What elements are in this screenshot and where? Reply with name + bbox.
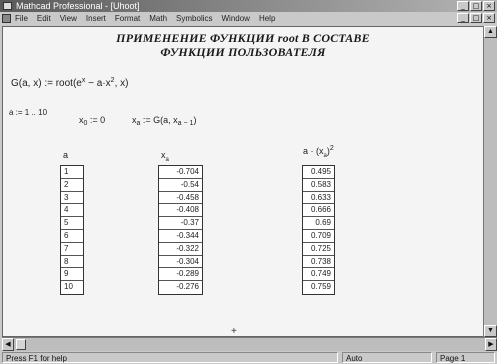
menu-symbolics[interactable]: Symbolics [176,12,212,25]
table-cell: 1 [61,166,83,179]
table-cell: 10 [64,282,73,292]
table-x[interactable]: -0.704 -0.54 -0.458 -0.408 -0.37 -0.344 … [158,165,203,295]
scroll-right-arrow-icon[interactable]: ▶ [485,338,497,351]
table-cell: 0.738 [303,256,334,269]
menu-window[interactable]: Window [222,12,250,25]
close-button[interactable]: × [483,1,495,11]
doc-close-button[interactable]: × [483,13,495,23]
table-cell: -0.458 [159,192,202,205]
doc-restore-button[interactable]: □ [470,13,482,23]
table-cell: 7 [61,243,83,256]
iteration-definition[interactable]: xa := G(a, xa − 1) [132,115,196,127]
crosshair-cursor-icon: + [231,326,237,337]
table-cell: 0.759 [310,282,331,292]
minimize-button[interactable]: _ [457,1,469,11]
table-cell: 0.709 [303,230,334,243]
table-cell: 2 [61,179,83,192]
table-cell: 0.495 [303,166,334,179]
table-cell: -0.276 [176,282,199,292]
scroll-down-arrow-icon[interactable]: ▼ [484,325,497,337]
table-cell: 0.749 [303,268,334,282]
column-header-f: a · (xa)2 [303,145,334,159]
document-icon[interactable] [2,14,11,23]
menu-math[interactable]: Math [149,12,167,25]
app-icon[interactable] [3,2,12,10]
table-cell: 5 [61,217,83,230]
horizontal-scroll-thumb[interactable] [16,339,26,350]
table-cell: 0.666 [303,204,334,218]
vertical-scrollbar[interactable]: ▲ ▼ [483,26,497,337]
menu-edit[interactable]: Edit [37,12,51,25]
table-cell: -0.304 [159,256,202,269]
initial-value-definition[interactable]: x0 := 0 [79,115,105,127]
table-cell: 0.69 [303,217,334,230]
menu-bar: File Edit View Insert Format Math Symbol… [0,12,497,25]
menu-insert[interactable]: Insert [86,12,106,25]
table-cell: 0.583 [303,179,334,192]
title-bar: Mathcad Professional - [Uhoot] _ □ × [0,0,497,12]
status-bar: Press F1 for help Auto Page 1 [0,351,497,364]
column-header-a: a [63,150,69,160]
table-cell: -0.408 [159,204,202,218]
function-definition[interactable]: G(a, x) := root(ex − a·x2, x) [11,77,128,89]
table-cell: -0.37 [159,217,202,230]
menu-format[interactable]: Format [115,12,140,25]
horizontal-scrollbar[interactable]: ◀ ▶ [2,337,497,351]
table-cell: 3 [61,192,83,205]
table-cell: -0.704 [159,166,202,179]
table-cell: -0.54 [159,179,202,192]
worksheet[interactable]: ПРИМЕНЕНИЕ ФУНКЦИИ root В СОСТАВЕ ФУНКЦИ… [2,26,483,337]
scroll-up-arrow-icon[interactable]: ▲ [484,26,497,38]
doc-minimize-button[interactable]: _ [457,13,469,23]
status-help-text: Press F1 for help [2,352,338,363]
column-header-x: xa [161,150,169,163]
table-cell: 4 [61,204,83,218]
scroll-left-arrow-icon[interactable]: ◀ [2,338,14,351]
maximize-button[interactable]: □ [470,1,482,11]
table-cell: 0.633 [303,192,334,205]
status-page: Page 1 [436,352,495,363]
table-cell: -0.344 [159,230,202,243]
heading-line-2: ФУНКЦИИ ПОЛЬЗОВАТЕЛЯ [160,45,326,59]
range-definition[interactable]: a := 1 .. 10 [9,108,47,117]
menu-help[interactable]: Help [259,12,275,25]
table-a[interactable]: 1 2 3 4 5 6 7 8 9 10 [60,165,84,295]
table-cell: 6 [61,230,83,243]
table-cell: 0.725 [303,243,334,256]
table-cell: -0.289 [159,268,202,282]
table-cell: -0.322 [159,243,202,256]
menu-view[interactable]: View [60,12,77,25]
menu-file[interactable]: File [15,12,28,25]
table-f[interactable]: 0.495 0.583 0.633 0.666 0.69 0.709 0.725… [302,165,335,295]
status-mode: Auto [342,352,432,363]
window-title: Mathcad Professional - [Uhoot] [16,1,140,11]
heading-line-1: ПРИМЕНЕНИЕ ФУНКЦИИ root В СОСТАВЕ [116,31,370,45]
table-cell: 9 [61,268,83,282]
table-cell: 8 [61,256,83,269]
